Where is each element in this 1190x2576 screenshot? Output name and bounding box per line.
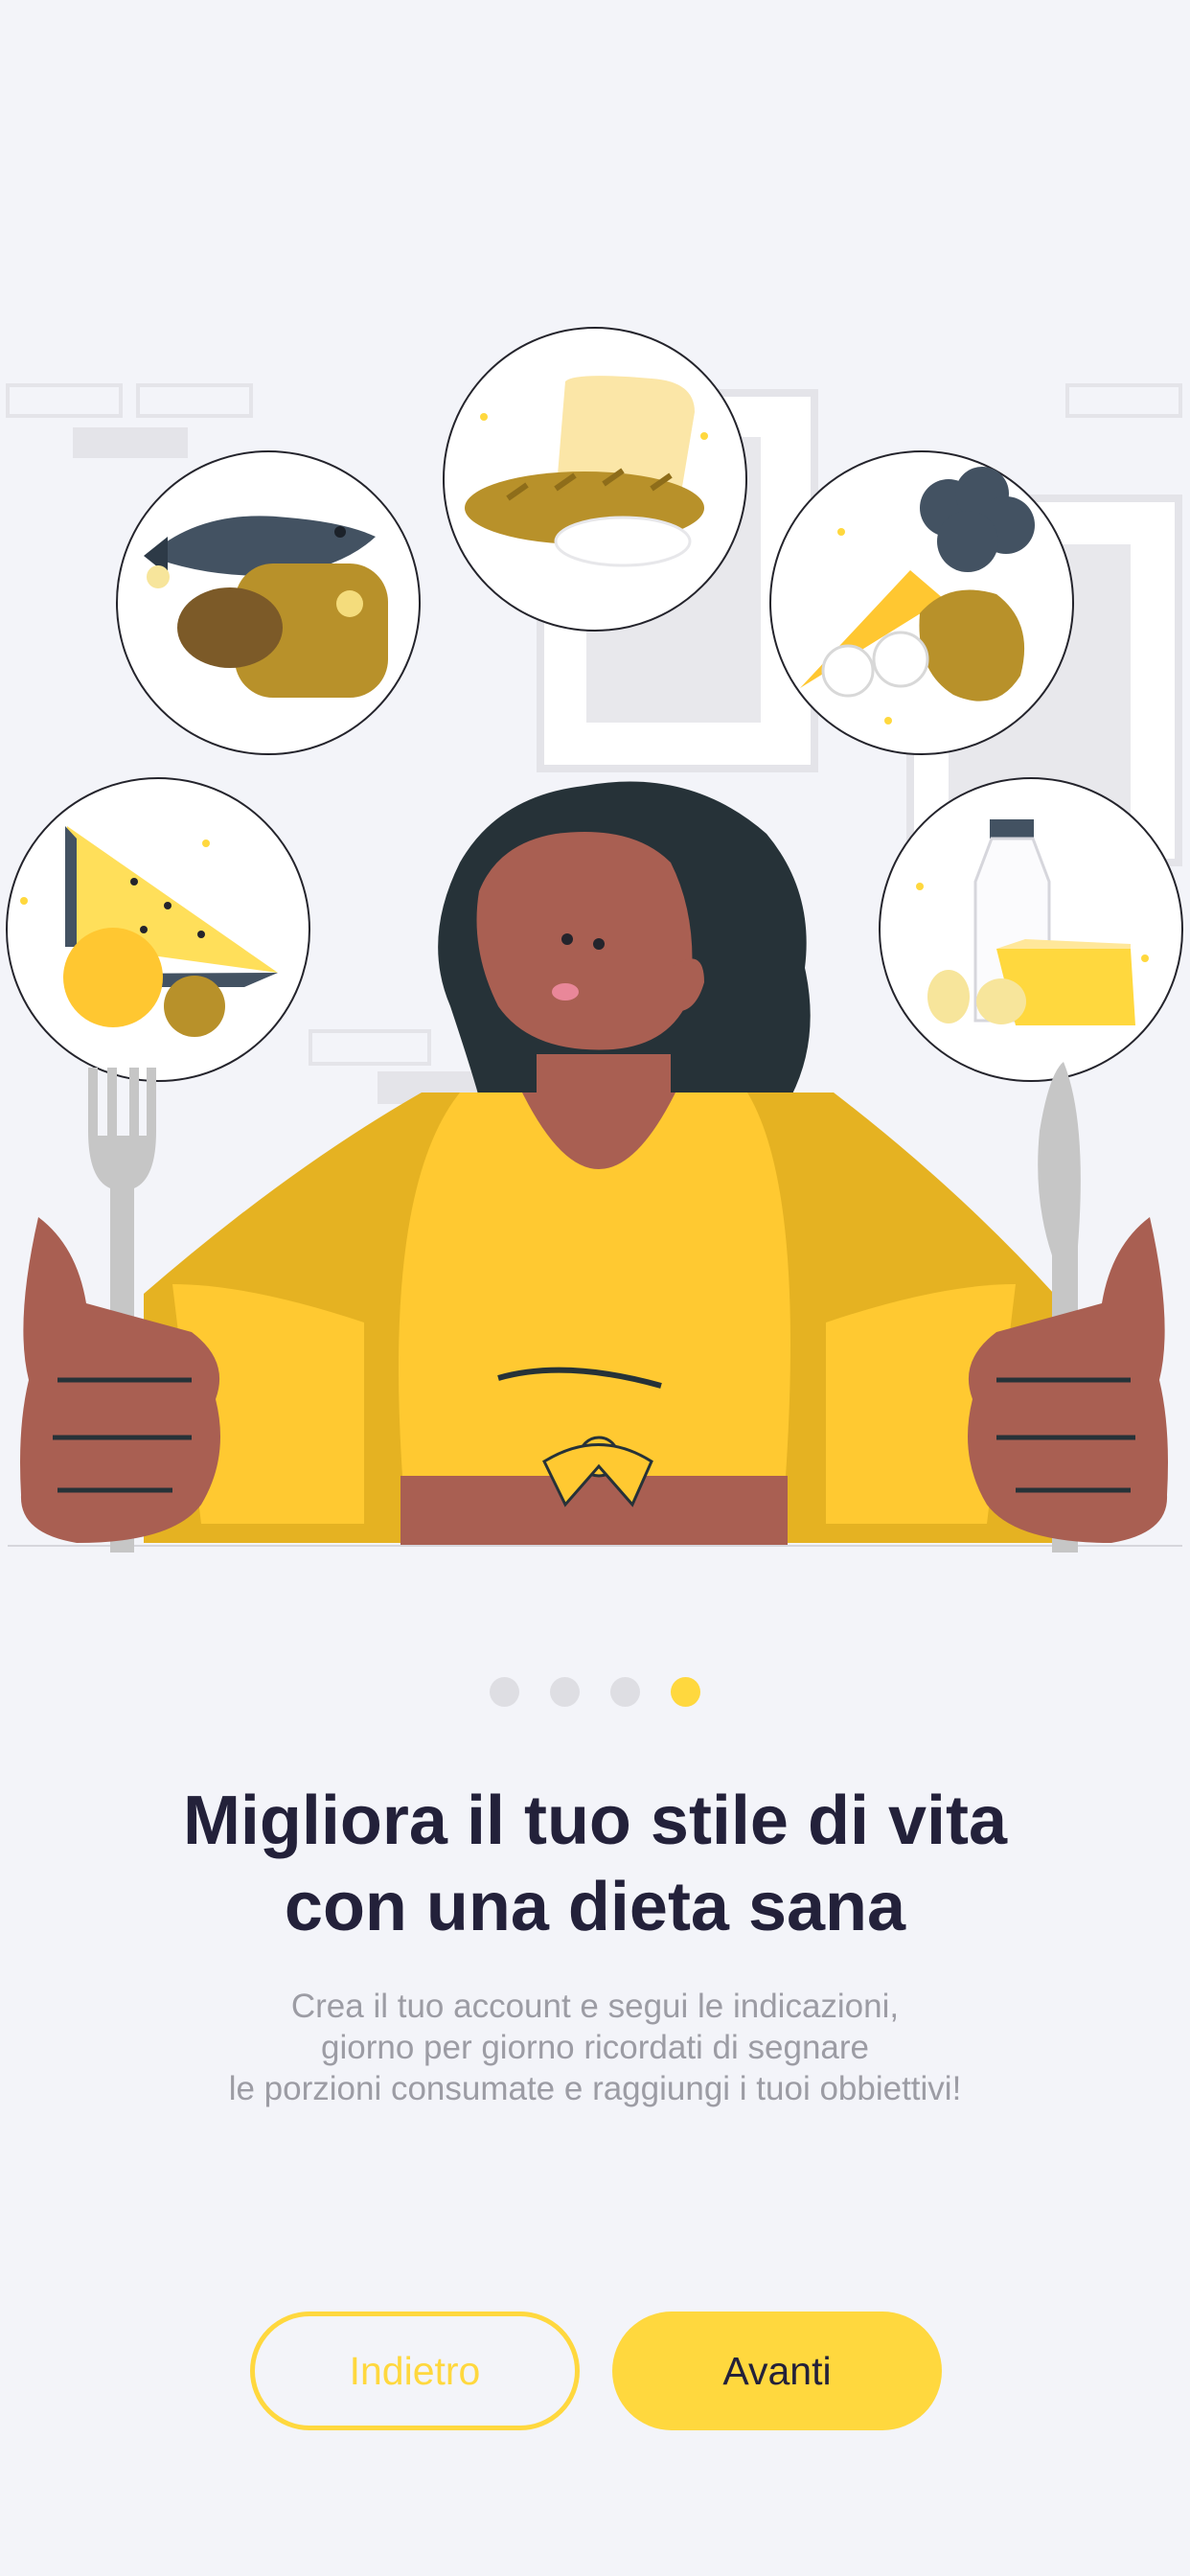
onboarding-description: Crea il tuo account e segui le indicazio… bbox=[96, 1986, 1094, 2109]
onboarding-title: Migliora il tuo stile di vita con una di… bbox=[57, 1778, 1133, 1950]
food-circle-vegetables bbox=[769, 450, 1074, 755]
carousel-dot-2[interactable] bbox=[550, 1677, 580, 1707]
food-circle-dairy bbox=[879, 777, 1183, 1082]
carousel-indicator bbox=[0, 1677, 1190, 1707]
back-button[interactable]: Indietro bbox=[250, 2312, 580, 2430]
onboarding-illustration bbox=[6, 327, 1183, 1552]
carousel-dot-4-active[interactable] bbox=[671, 1677, 700, 1707]
food-circle-fruit bbox=[6, 777, 310, 1082]
food-circle-bread bbox=[443, 327, 747, 632]
carousel-dot-1[interactable] bbox=[490, 1677, 519, 1707]
subtitle-line-2: giorno per giorno ricordati di segnare bbox=[321, 2029, 869, 2066]
title-line-2: con una dieta sana bbox=[284, 1869, 906, 1945]
food-circle-fish-meat bbox=[116, 450, 421, 755]
carousel-dot-3[interactable] bbox=[610, 1677, 640, 1707]
subtitle-line-3: le porzioni consumate e raggiungi i tuoi… bbox=[228, 2070, 962, 2107]
title-line-1: Migliora il tuo stile di vita bbox=[182, 1782, 1008, 1859]
subtitle-line-1: Crea il tuo account e segui le indicazio… bbox=[290, 1988, 900, 2025]
next-button[interactable]: Avanti bbox=[612, 2312, 942, 2430]
